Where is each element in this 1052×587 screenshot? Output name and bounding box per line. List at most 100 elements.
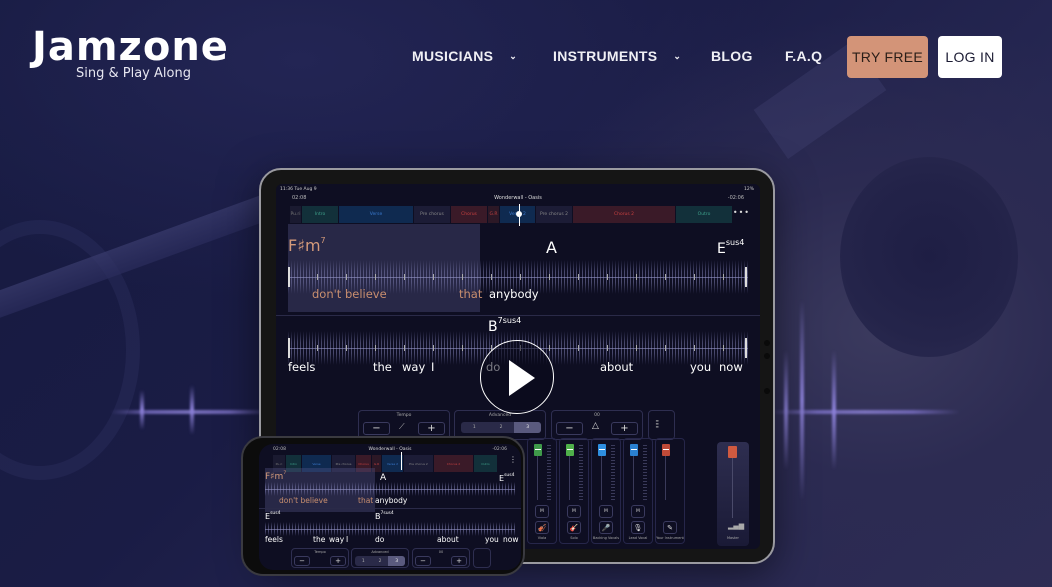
- mixer-channel: M 🎙 Lead Vocal: [623, 438, 653, 544]
- fader-knob[interactable]: [662, 444, 670, 456]
- section-pre-chorus-2[interactable]: Pre chorus 2: [404, 455, 434, 472]
- section-chorus-2[interactable]: Chorus 2: [434, 455, 474, 472]
- nav-musicians[interactable]: MUSICIANS ⌄: [412, 48, 517, 64]
- metronome-decrease-button[interactable]: −: [556, 422, 583, 435]
- phone-metronome-decrease-button[interactable]: −: [415, 556, 431, 566]
- beat-tick: [433, 345, 434, 351]
- section-outro[interactable]: Outro: [676, 206, 733, 223]
- phone-more-options-icon[interactable]: ⋮: [509, 455, 517, 464]
- tempo-icon: ⟋: [399, 422, 405, 431]
- beat-tick: [665, 274, 666, 280]
- section-chorus[interactable]: Chorus: [451, 206, 488, 223]
- difficulty-segmented[interactable]: 1 2 3: [461, 422, 541, 433]
- mixer-toggle-button[interactable]: ⫶⫶⫶: [648, 410, 675, 440]
- playhead-handle[interactable]: [516, 211, 522, 217]
- drum-decoration: [0, 220, 140, 480]
- lyric-word: about: [600, 360, 634, 374]
- mute-button[interactable]: M: [599, 505, 613, 518]
- phone-mixer-toggle-button[interactable]: [473, 548, 491, 568]
- metronome-icon: △: [592, 421, 599, 431]
- fader-rail: [537, 456, 538, 500]
- instrument-icon[interactable]: ✎: [663, 521, 677, 534]
- wave-spike: [190, 385, 194, 435]
- difficulty-2[interactable]: 2: [488, 422, 515, 433]
- try-free-button[interactable]: TRY FREE: [847, 36, 928, 78]
- master-fader-knob[interactable]: [728, 446, 737, 458]
- lyric-word: that: [459, 287, 483, 301]
- wave-spike: [832, 350, 836, 470]
- beat-tick: [491, 274, 492, 280]
- instrument-icon[interactable]: 🎸: [567, 521, 581, 534]
- beat-tick: [694, 345, 695, 351]
- song-title: Wonderwall - Oasis: [494, 195, 542, 201]
- beat-tick: [462, 345, 463, 351]
- mixer-channel: M 🎸 Solo: [559, 438, 589, 544]
- fader-knob[interactable]: [598, 444, 606, 456]
- instrument-icon[interactable]: 🎤: [599, 521, 613, 534]
- beat-tick: [636, 345, 637, 351]
- section-pre-chorus-2[interactable]: Pre chorus 2: [536, 206, 573, 223]
- fader-knob[interactable]: [566, 444, 574, 456]
- metronome-increase-button[interactable]: +: [611, 422, 638, 435]
- level-meter: [611, 445, 615, 501]
- section-g-r[interactable]: G.R: [488, 206, 500, 223]
- mute-button[interactable]: M: [567, 505, 581, 518]
- tempo-decrease-button[interactable]: −: [363, 422, 390, 435]
- line-divider: [259, 508, 521, 509]
- phone-tempo-label: Tempo: [314, 550, 326, 554]
- mute-button[interactable]: M: [631, 505, 645, 518]
- lyric-word: feels: [288, 360, 316, 374]
- phone-lyric-word: way: [329, 535, 345, 544]
- fader-knob[interactable]: [630, 444, 638, 456]
- mute-button[interactable]: M: [535, 505, 549, 518]
- difficulty-1[interactable]: 1: [461, 422, 488, 433]
- beat-tick: [317, 274, 318, 280]
- bar-line: [745, 267, 747, 287]
- section-outro[interactable]: Outro: [474, 455, 498, 472]
- status-battery: 12%: [743, 187, 754, 192]
- phone-metronome-increase-button[interactable]: +: [451, 556, 467, 566]
- chevron-down-icon: ⌄: [509, 51, 518, 61]
- nav-musicians-label: MUSICIANS: [412, 48, 494, 64]
- channel-name: Backing Vocals: [592, 536, 620, 540]
- tempo-label: Tempo: [396, 413, 412, 418]
- chord-a: A: [546, 238, 557, 257]
- section-intro[interactable]: Intro: [302, 206, 339, 223]
- tablet-camera: [764, 340, 770, 346]
- phone-tempo-increase-button[interactable]: +: [330, 556, 346, 566]
- section-pu-ri[interactable]: Pu.ri: [290, 206, 302, 223]
- phone-tempo-control: Tempo − +: [291, 548, 349, 568]
- phone-difficulty-2[interactable]: 2: [372, 556, 389, 566]
- beat-tick: [578, 345, 579, 351]
- section-verse[interactable]: Verse: [339, 206, 414, 223]
- nav-instruments[interactable]: INSTRUMENTS ⌄: [553, 48, 681, 64]
- section-chorus-2[interactable]: Chorus 2: [573, 206, 676, 223]
- instrument-icon[interactable]: 🎻: [535, 521, 549, 534]
- more-options-icon[interactable]: •••: [733, 208, 750, 217]
- fader-knob[interactable]: [534, 444, 542, 456]
- tempo-increase-button[interactable]: +: [418, 422, 445, 435]
- difficulty-3[interactable]: 3: [514, 422, 541, 433]
- phone-lyric-word: don't believe: [279, 496, 328, 505]
- phone-tempo-decrease-button[interactable]: −: [294, 556, 310, 566]
- guitar-soundhole-decoration: [840, 157, 1018, 357]
- phone-difficulty-3[interactable]: 3: [388, 556, 405, 566]
- beat-tick: [375, 345, 376, 351]
- play-video-button[interactable]: [480, 340, 554, 414]
- beat-tick: [346, 274, 347, 280]
- phone-playhead[interactable]: [401, 452, 402, 470]
- beat-tick: [404, 274, 405, 280]
- master-label: Master: [727, 536, 739, 540]
- wave-spike: [800, 300, 804, 500]
- section-pre-chorus[interactable]: Pre chorus: [414, 206, 451, 223]
- log-in-button[interactable]: LOG IN: [938, 36, 1002, 78]
- beat-tick: [607, 345, 608, 351]
- lyric-word: you: [690, 360, 712, 374]
- phone-difficulty-segmented[interactable]: 1 2 3: [355, 556, 405, 566]
- instrument-icon[interactable]: 🎙: [631, 521, 645, 534]
- channel-name: Your Instrument: [656, 536, 684, 540]
- phone-difficulty-1[interactable]: 1: [355, 556, 372, 566]
- phone-lyric-word: the: [313, 535, 326, 544]
- nav-blog[interactable]: BLOG: [711, 48, 753, 64]
- nav-faq[interactable]: F.A.Q: [785, 48, 822, 64]
